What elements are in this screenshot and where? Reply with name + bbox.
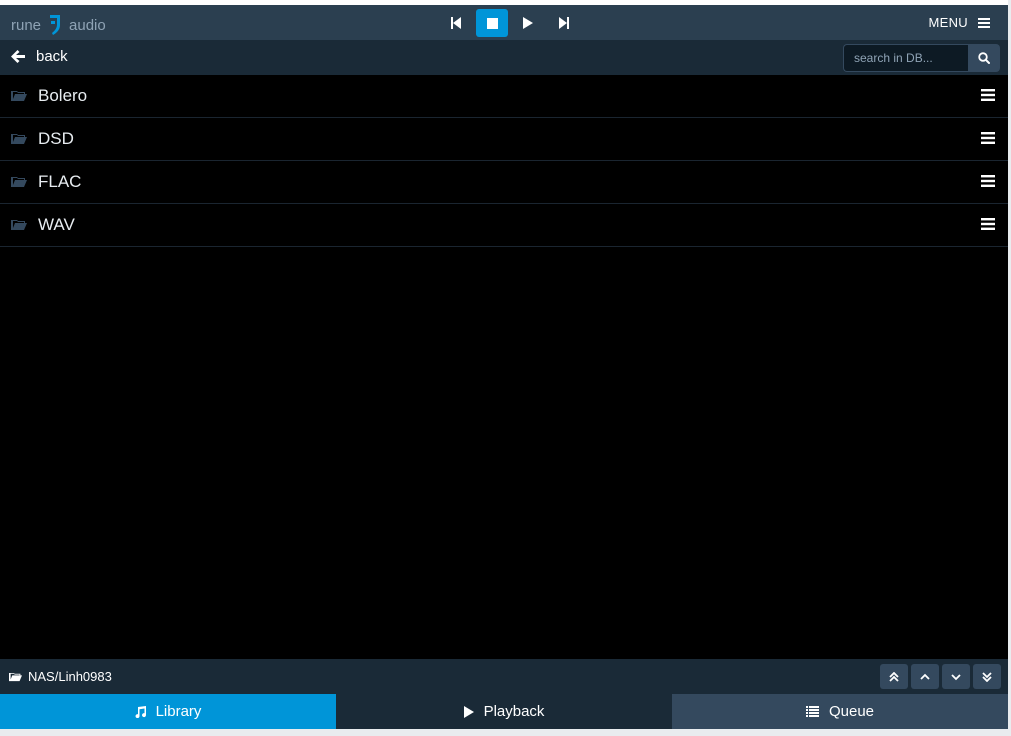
folder-open-icon — [11, 134, 27, 144]
hamburger-icon — [978, 17, 990, 28]
list-item-label: Bolero — [38, 86, 88, 105]
list-icon — [805, 706, 819, 717]
back-label: back — [36, 48, 68, 65]
tab-library[interactable]: Library — [0, 694, 336, 729]
rune-audio-logo[interactable]: rune audio — [11, 10, 106, 40]
next-button[interactable] — [548, 9, 580, 37]
scroll-buttons — [880, 664, 1001, 689]
scroll-up-button[interactable] — [911, 664, 939, 689]
path-bar: NAS/Linh0983 — [0, 659, 1008, 694]
folder-open-icon — [11, 91, 27, 101]
item-menu-icon[interactable] — [981, 89, 995, 101]
search-button[interactable] — [968, 44, 1000, 72]
play-icon — [463, 705, 474, 718]
list-item-label: DSD — [38, 129, 74, 148]
skip-forward-icon — [559, 17, 569, 29]
stop-icon — [486, 17, 498, 29]
search-box — [843, 44, 1000, 72]
rune-logo-icon — [50, 15, 61, 35]
window-bottom-edge — [0, 729, 1011, 736]
main-menu-button[interactable]: MENU — [929, 15, 990, 30]
bottom-tabs: Library Playback Queue — [0, 694, 1008, 729]
back-button[interactable]: back — [11, 48, 68, 65]
menu-label: MENU — [928, 15, 968, 30]
breadcrumb: NAS/Linh0983 — [9, 669, 112, 684]
play-button[interactable] — [512, 9, 544, 37]
search-input[interactable] — [843, 44, 968, 72]
double-chevron-up-icon — [889, 671, 899, 682]
list-item[interactable]: Bolero — [0, 75, 1008, 118]
scroll-down-button[interactable] — [942, 664, 970, 689]
playback-controls — [440, 9, 580, 37]
previous-button[interactable] — [440, 9, 472, 37]
chevron-down-icon — [951, 673, 961, 680]
chevron-up-icon — [920, 673, 930, 680]
tab-queue-label: Queue — [828, 703, 875, 720]
folder-open-icon — [11, 220, 27, 230]
tab-queue[interactable]: Queue — [672, 694, 1008, 729]
item-menu-icon[interactable] — [981, 132, 995, 144]
tab-library-label: Library — [155, 703, 202, 720]
search-icon — [978, 52, 990, 64]
list-item-label: FLAC — [38, 172, 82, 191]
folder-open-icon — [11, 177, 27, 187]
item-menu-icon[interactable] — [981, 175, 995, 187]
current-path: NAS/Linh0983 — [28, 669, 112, 684]
stop-button[interactable] — [476, 9, 508, 37]
scroll-bottom-button[interactable] — [973, 664, 1001, 689]
library-toolbar: back — [0, 40, 1008, 75]
double-chevron-down-icon — [982, 671, 992, 682]
tab-playback[interactable]: Playback — [336, 694, 672, 729]
list-item[interactable]: WAV — [0, 204, 1008, 247]
scroll-top-button[interactable] — [880, 664, 908, 689]
list-item-label: WAV — [38, 215, 75, 234]
music-note-icon — [135, 705, 146, 718]
skip-back-icon — [451, 17, 461, 29]
top-bar: rune audio MENU — [0, 0, 1008, 40]
arrow-left-icon — [11, 50, 25, 63]
tab-playback-label: Playback — [483, 703, 545, 720]
item-menu-icon[interactable] — [981, 218, 995, 230]
folder-open-icon — [9, 672, 22, 681]
logo-text-left: rune — [11, 16, 42, 34]
play-icon — [523, 17, 533, 29]
logo-text-right: audio — [69, 16, 106, 34]
list-item[interactable]: DSD — [0, 118, 1008, 161]
list-item[interactable]: FLAC — [0, 161, 1008, 204]
library-list: Bolero DSD FLAC WAV — [0, 75, 1008, 247]
